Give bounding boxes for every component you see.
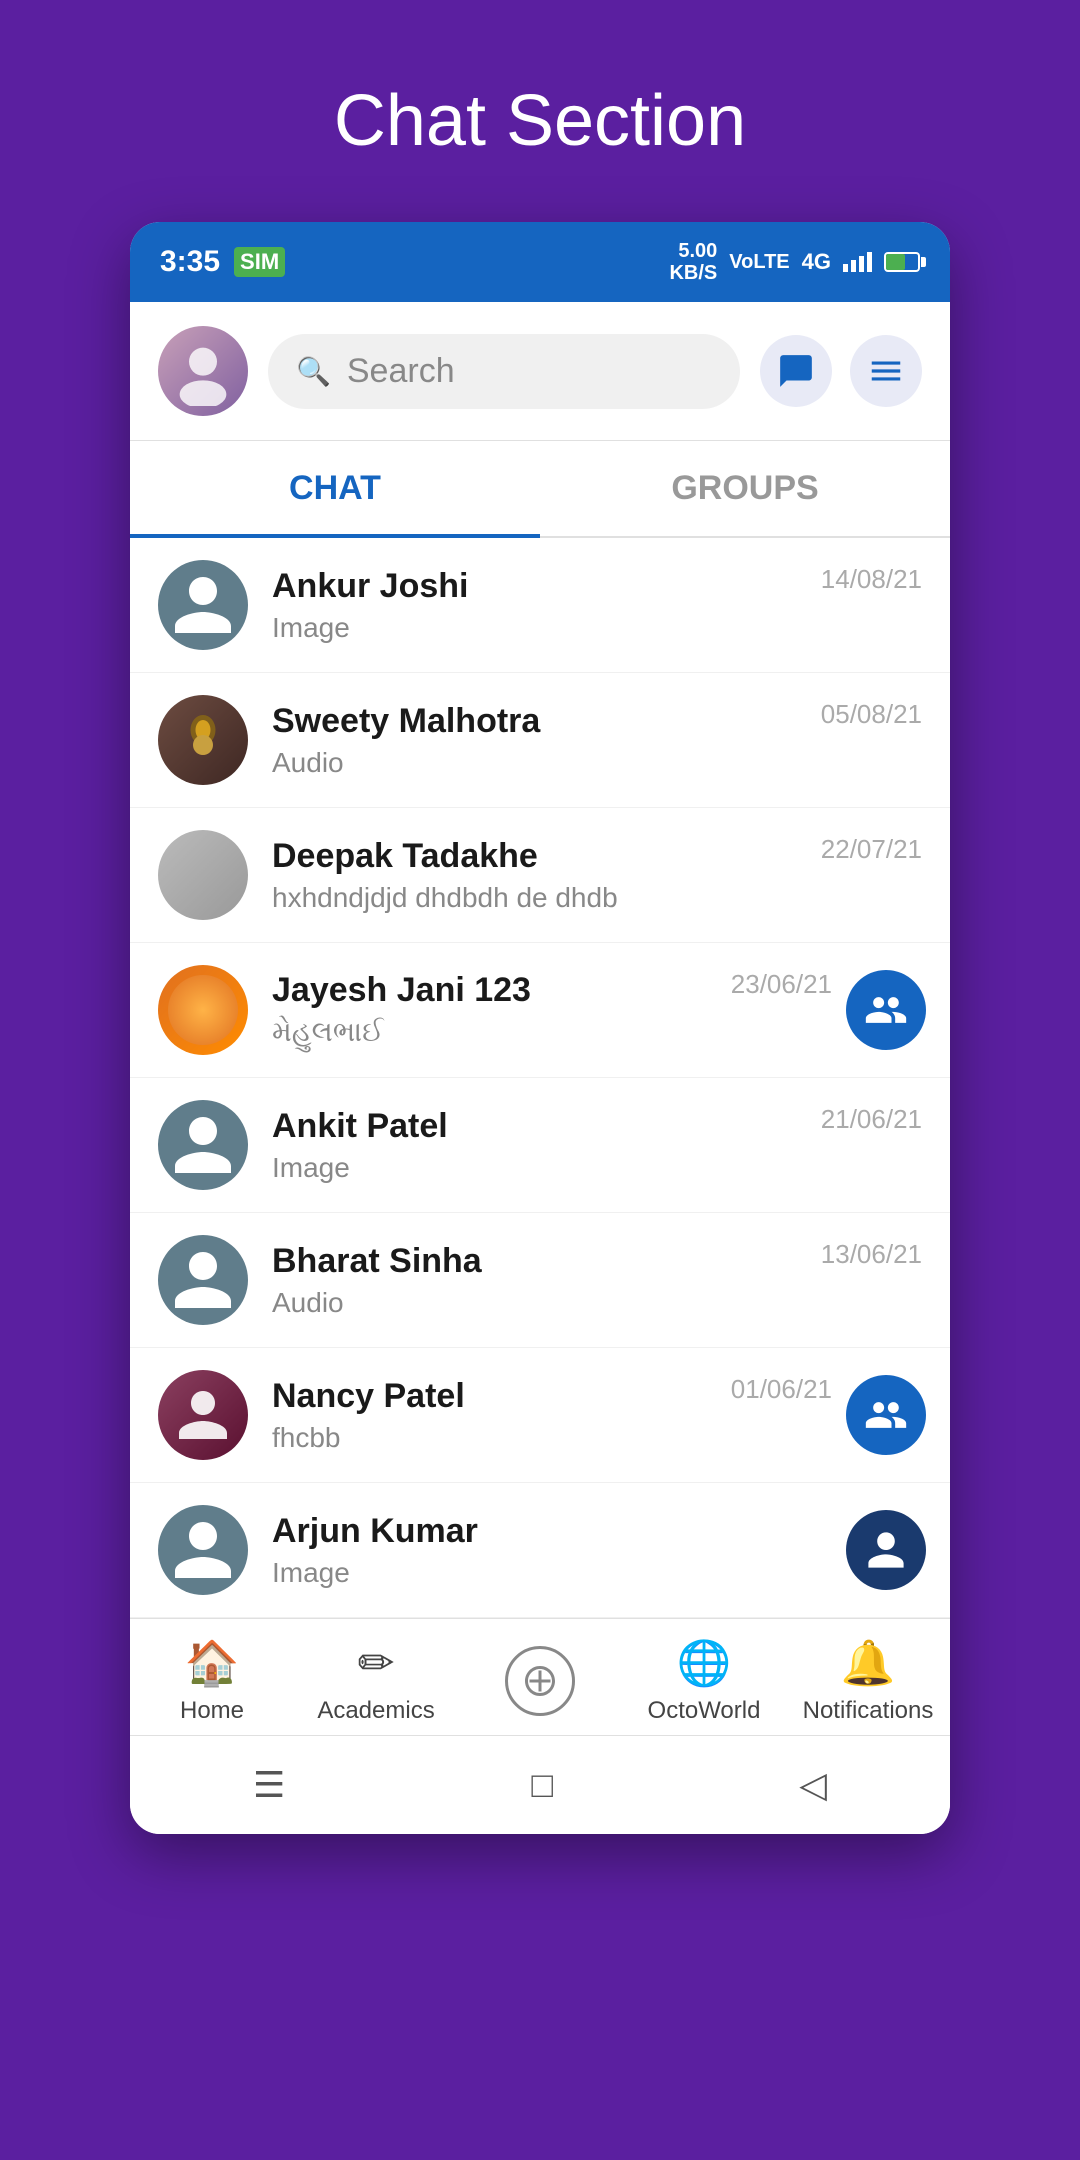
chat-name: Jayesh Jani 123 [272,971,731,1010]
chat-name: Nancy Patel [272,1377,731,1416]
chat-info: Jayesh Jani 123 મેહુલભાઈ [272,971,731,1049]
home-icon: 🏠 [185,1637,240,1689]
profile-avatar[interactable] [158,326,248,416]
app-header: 🔍 Search [130,302,950,441]
chat-date: 23/06/21 [731,965,832,1000]
nav-octoworld[interactable]: 🌐 OctoWorld [622,1637,786,1725]
system-menu-button[interactable]: ☰ [213,1754,325,1816]
notifications-icon: 🔔 [841,1637,896,1689]
signal-bars [843,252,872,272]
chat-info: Nancy Patel fhcbb [272,1377,731,1454]
person-fab-button[interactable] [846,1510,926,1590]
search-placeholder: Search [347,352,455,391]
chat-item[interactable]: Ankit Patel Image 21/06/21 [130,1078,950,1213]
chat-info: Bharat Sinha Audio [272,1242,821,1319]
chat-last-message: Image [272,612,821,644]
chat-info: Ankur Joshi Image [272,567,821,644]
avatar [158,1100,248,1190]
status-bar: 3:35 SIM 5.00KB/S VoLTE 4G [130,222,950,302]
system-home-button[interactable]: □ [491,1754,593,1816]
chat-item[interactable]: Sweety Malhotra Audio 05/08/21 [130,673,950,808]
avatar [158,1235,248,1325]
chat-date: 01/06/21 [731,1370,832,1405]
chat-last-message: મેહુલભાઈ [272,1016,731,1049]
page-title: Chat Section [334,80,746,162]
chat-date: 13/06/21 [821,1235,922,1270]
system-nav-bar: ☰ □ ◁ [130,1735,950,1834]
octoworld-icon: 🌐 [677,1637,732,1689]
chat-name: Arjun Kumar [272,1512,832,1551]
chat-name: Ankur Joshi [272,567,821,606]
chat-last-message: Image [272,1557,832,1589]
group-fab-button-2[interactable] [846,1375,926,1455]
group-fab-button[interactable] [846,970,926,1050]
add-icon [505,1646,575,1716]
avatar [158,965,248,1055]
avatar [158,560,248,650]
chat-item[interactable]: Nancy Patel fhcbb 01/06/21 [130,1348,950,1483]
nav-academics[interactable]: ✏ Academics [294,1638,458,1725]
status-time: 3:35 [160,245,220,279]
chat-item[interactable]: Arjun Kumar Image [130,1483,950,1618]
menu-button[interactable] [850,335,922,407]
chat-item[interactable]: Jayesh Jani 123 મેહુલભાઈ 23/06/21 [130,943,950,1078]
nav-home-label: Home [180,1697,244,1725]
sim-icon: SIM [234,247,285,277]
network-gen: 4G [802,249,831,275]
avatar [158,830,248,920]
nav-octoworld-label: OctoWorld [648,1697,761,1725]
chat-date: 05/08/21 [821,695,922,730]
speed-indicator: 5.00KB/S [669,240,717,284]
chat-name: Deepak Tadakhe [272,837,821,876]
chat-item[interactable]: Deepak Tadakhe hxhdndjdjd dhdbdh de dhdb… [130,808,950,943]
chat-bubble-button[interactable] [760,335,832,407]
chat-info: Sweety Malhotra Audio [272,702,821,779]
nav-notifications-label: Notifications [803,1697,934,1725]
chat-last-message: Audio [272,1287,821,1319]
avatar [158,1370,248,1460]
chat-last-message: Image [272,1152,821,1184]
nav-add[interactable] [458,1646,622,1716]
chat-info: Ankit Patel Image [272,1107,821,1184]
chat-name: Sweety Malhotra [272,702,821,741]
tab-chat[interactable]: CHAT [130,441,540,536]
avatar [158,1505,248,1595]
tab-groups[interactable]: GROUPS [540,441,950,536]
header-icons [760,335,922,407]
phone-frame: 3:35 SIM 5.00KB/S VoLTE 4G [130,222,950,1834]
chat-date: 22/07/21 [821,830,922,865]
chat-date: 21/06/21 [821,1100,922,1135]
search-bar[interactable]: 🔍 Search [268,334,740,409]
chat-name: Bharat Sinha [272,1242,821,1281]
battery-icon [884,252,920,272]
chat-last-message: hxhdndjdjd dhdbdh de dhdb [272,882,821,914]
academics-icon: ✏ [358,1638,395,1689]
chat-list: Ankur Joshi Image 14/08/21 Sweety Malhot… [130,538,950,1618]
chat-name: Ankit Patel [272,1107,821,1146]
search-icon: 🔍 [296,355,331,388]
chat-item[interactable]: Ankur Joshi Image 14/08/21 [130,538,950,673]
tabs: CHAT GROUPS [130,441,950,538]
chat-date: 14/08/21 [821,560,922,595]
chat-item[interactable]: Bharat Sinha Audio 13/06/21 [130,1213,950,1348]
bottom-nav: 🏠 Home ✏ Academics 🌐 OctoWorld 🔔 Notific… [130,1618,950,1735]
nav-academics-label: Academics [317,1697,434,1725]
chat-info: Arjun Kumar Image [272,1512,832,1589]
volte-indicator: VoLTE [729,251,789,274]
chat-last-message: fhcbb [272,1422,731,1454]
nav-notifications[interactable]: 🔔 Notifications [786,1637,950,1725]
chat-last-message: Audio [272,747,821,779]
avatar [158,695,248,785]
chat-info: Deepak Tadakhe hxhdndjdjd dhdbdh de dhdb [272,837,821,914]
nav-home[interactable]: 🏠 Home [130,1637,294,1725]
system-back-button[interactable]: ◁ [759,1754,867,1816]
